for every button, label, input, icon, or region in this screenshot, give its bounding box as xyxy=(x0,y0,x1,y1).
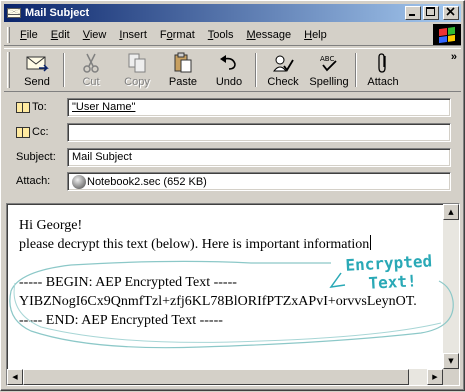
annotation-scribble xyxy=(9,260,454,349)
mail-compose-window: Mail Subject File Edit View Insert Forma… xyxy=(0,0,465,391)
encrypted-text-annotation: Encrypted Text! xyxy=(345,250,457,298)
